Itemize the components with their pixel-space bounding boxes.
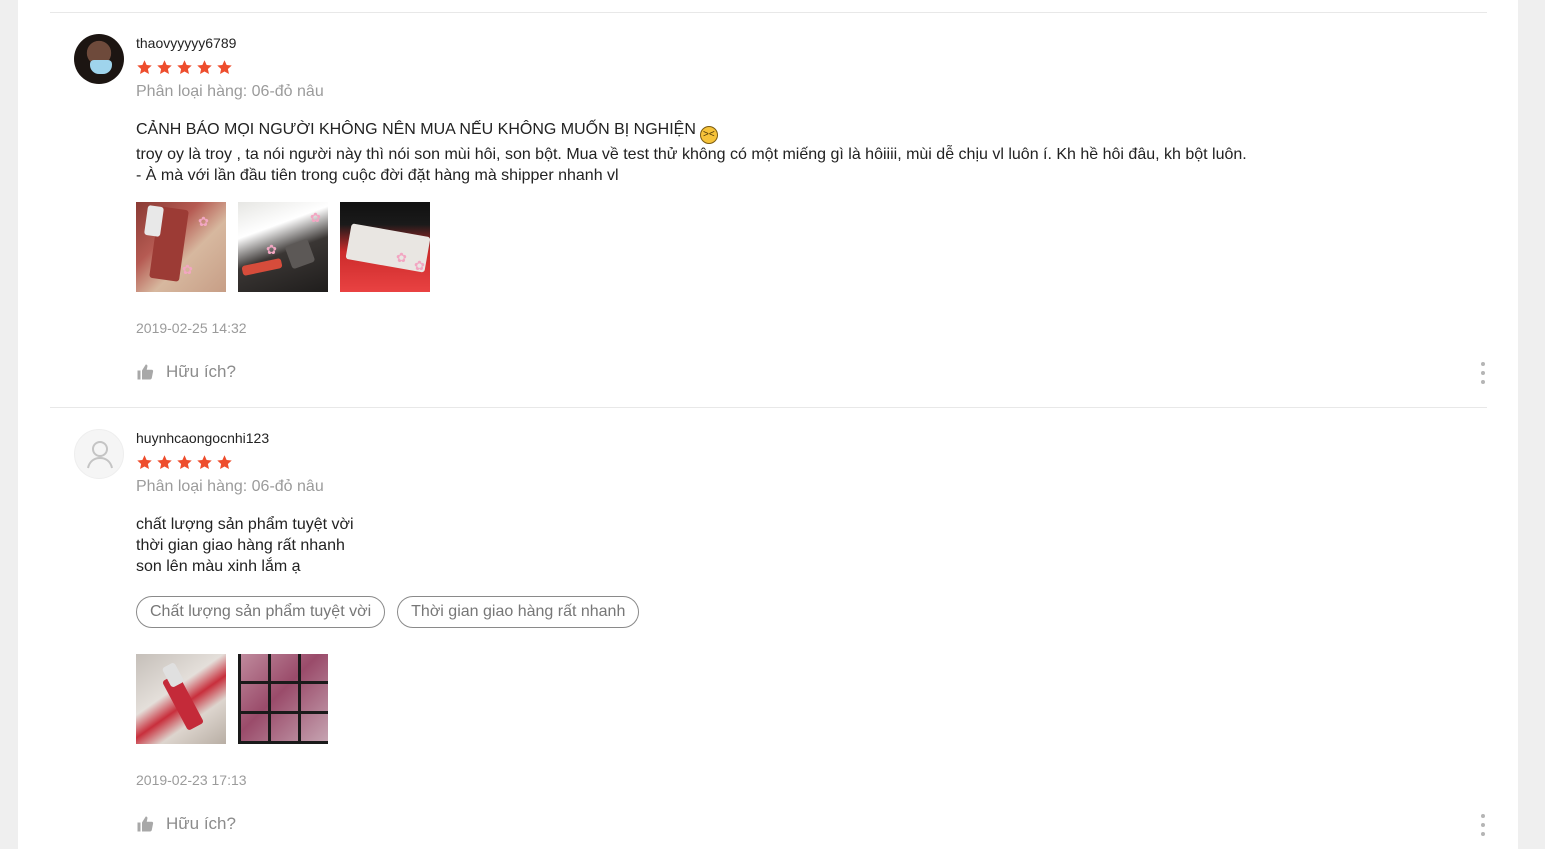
tired-face-icon: >< xyxy=(699,126,718,144)
review-photo[interactable]: ✿ ✿ xyxy=(340,202,430,292)
avatar[interactable] xyxy=(74,429,124,479)
more-options-icon[interactable] xyxy=(1477,362,1489,384)
star-icon xyxy=(137,60,152,75)
rating-stars xyxy=(136,454,233,471)
reviews-panel: thaovyyyyy6789 Phân loại hàng: 06-đỏ nâu… xyxy=(18,0,1518,849)
review-photos xyxy=(136,654,328,744)
star-icon xyxy=(197,60,212,75)
comment-line: thời gian giao hàng rất nhanh xyxy=(136,537,345,554)
helpful-button[interactable]: Hữu ích? xyxy=(136,362,236,382)
helpful-label: Hữu ích? xyxy=(166,362,236,381)
comment-line: son lên màu xinh lắm ạ xyxy=(136,558,301,575)
review-photo[interactable]: ✿ ✿ xyxy=(136,202,226,292)
review-comment: chất lượng sản phẩm tuyệt vời thời gian … xyxy=(136,514,1436,577)
review-comment: CẢNH BÁO MỌI NGƯỜI KHÔNG NÊN MUA NẾU KHÔ… xyxy=(136,119,1436,186)
review-date: 2019-02-23 17:13 xyxy=(136,772,247,788)
star-icon xyxy=(197,455,212,470)
star-icon xyxy=(217,60,232,75)
divider xyxy=(50,407,1487,408)
username[interactable]: huynhcaongocnhi123 xyxy=(136,430,269,446)
star-icon xyxy=(157,455,172,470)
review-tag[interactable]: Chất lượng sản phẩm tuyệt vời xyxy=(136,596,386,628)
helpful-label: Hữu ích? xyxy=(166,814,236,833)
star-icon xyxy=(137,455,152,470)
avatar[interactable] xyxy=(74,34,124,84)
comment-line: - À mà với lần đầu tiên trong cuộc đời đ… xyxy=(136,167,619,184)
review-photo[interactable]: ✿ ✿ xyxy=(238,202,328,292)
more-options-icon[interactable] xyxy=(1477,814,1489,836)
face-mask-icon xyxy=(90,60,112,74)
review-photo[interactable] xyxy=(238,654,328,744)
star-icon xyxy=(177,455,192,470)
user-placeholder-icon xyxy=(87,441,113,469)
divider xyxy=(50,12,1487,13)
comment-line: CẢNH BÁO MỌI NGƯỜI KHÔNG NÊN MUA NẾU KHÔ… xyxy=(136,121,696,138)
review-photo[interactable] xyxy=(136,654,226,744)
thumbs-up-icon xyxy=(137,364,154,380)
star-icon xyxy=(177,60,192,75)
review-tag[interactable]: Thời gian giao hàng rất nhanh xyxy=(397,596,640,628)
thumbs-up-icon xyxy=(137,816,154,832)
variation-label: Phân loại hàng: 06-đỏ nâu xyxy=(136,83,324,100)
review-date: 2019-02-25 14:32 xyxy=(136,320,247,336)
comment-line: chất lượng sản phẩm tuyệt vời xyxy=(136,516,354,533)
review-tags: Chất lượng sản phẩm tuyệt vời Thời gian … xyxy=(136,596,640,628)
star-icon xyxy=(217,455,232,470)
variation-label: Phân loại hàng: 06-đỏ nâu xyxy=(136,478,324,495)
star-icon xyxy=(157,60,172,75)
comment-line: troy oy là troy , ta nói người này thì n… xyxy=(136,146,1247,163)
review-photos: ✿ ✿ ✿ ✿ ✿ ✿ xyxy=(136,202,430,292)
username[interactable]: thaovyyyyy6789 xyxy=(136,35,236,51)
rating-stars xyxy=(136,59,233,76)
helpful-button[interactable]: Hữu ích? xyxy=(136,814,236,834)
